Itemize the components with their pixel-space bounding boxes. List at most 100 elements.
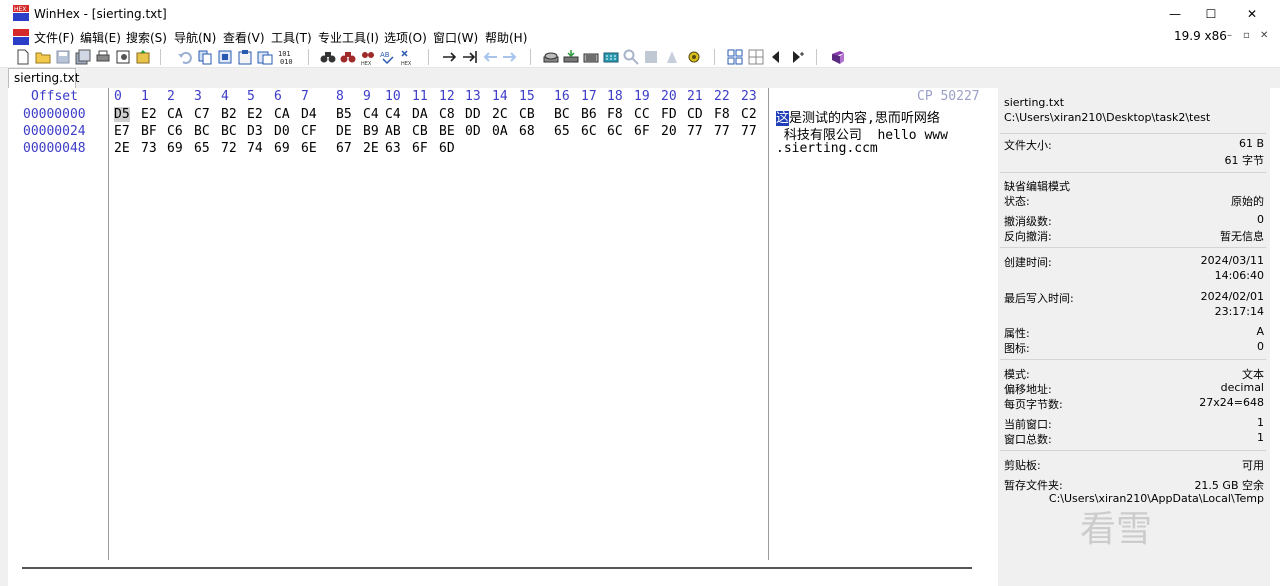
hex-byte[interactable]: B5 [336, 107, 352, 122]
hex-byte[interactable]: 69 [167, 141, 183, 156]
menu-edit[interactable]: 编辑(E) [80, 29, 121, 46]
close-button[interactable]: ✕ [1229, 0, 1275, 28]
move-block-icon[interactable] [462, 49, 478, 65]
export-icon[interactable] [135, 49, 151, 65]
hex-byte[interactable]: F8 [607, 107, 623, 122]
maximize-button[interactable]: ☐ [1188, 0, 1234, 28]
menu-navigate[interactable]: 导航(N) [174, 29, 216, 46]
hex-byte[interactable]: 6C [581, 124, 597, 139]
hex-byte[interactable]: 68 [519, 124, 535, 139]
paste-clipboard-icon[interactable] [257, 49, 273, 65]
hex-byte[interactable]: B9 [363, 124, 379, 139]
hex-byte[interactable]: 6F [634, 124, 650, 139]
hex-byte[interactable]: 77 [687, 124, 703, 139]
hex-byte[interactable]: F8 [714, 107, 730, 122]
horizontal-scrollbar[interactable] [8, 560, 998, 586]
hex-byte[interactable]: BF [141, 124, 157, 139]
hex-byte[interactable]: C4 [385, 107, 401, 122]
view-grid-icon[interactable] [727, 49, 743, 65]
hex-byte[interactable]: E2 [247, 107, 263, 122]
find-text-icon[interactable] [320, 49, 336, 65]
menu-search[interactable]: 搜索(S) [126, 29, 167, 46]
binary-data-icon[interactable]: 101010 [278, 49, 294, 65]
hex-byte[interactable]: 6C [607, 124, 623, 139]
hex-byte[interactable]: CD [687, 107, 703, 122]
hex-byte[interactable]: B2 [221, 107, 237, 122]
settings-gear-icon[interactable] [686, 49, 702, 65]
hex-byte[interactable]: 63 [385, 141, 401, 156]
hex-byte[interactable]: E2 [141, 107, 157, 122]
hex-byte[interactable]: C7 [194, 107, 210, 122]
hex-byte[interactable]: D0 [274, 124, 290, 139]
hex-byte[interactable]: CA [167, 107, 183, 122]
hex-byte[interactable]: 67 [336, 141, 352, 156]
replace-hex-icon[interactable]: AB [380, 49, 396, 65]
menu-help[interactable]: 帮助(H) [485, 29, 527, 46]
hex-byte[interactable]: BC [221, 124, 237, 139]
hex-byte[interactable]: 65 [194, 141, 210, 156]
scrollbar-thumb[interactable] [22, 567, 972, 569]
hash-icon[interactable] [664, 49, 680, 65]
save-all-icon[interactable] [75, 49, 91, 65]
hex-byte[interactable]: C4 [363, 107, 379, 122]
hex-byte[interactable]: 74 [247, 141, 263, 156]
hex-byte[interactable]: CB [519, 107, 535, 122]
find-hex-icon[interactable] [340, 49, 356, 65]
save-icon[interactable] [55, 49, 71, 65]
cut-icon[interactable] [197, 49, 213, 65]
tab-sierting-txt[interactable]: sierting.txt [8, 68, 80, 88]
hex-byte[interactable]: C6 [167, 124, 183, 139]
hex-byte[interactable]: DA [412, 107, 428, 122]
disk-tools-icon[interactable] [583, 49, 599, 65]
hex-byte[interactable]: BC [194, 124, 210, 139]
hex-byte[interactable]: DE [336, 124, 352, 139]
open-folder-icon[interactable] [35, 49, 51, 65]
hex-byte[interactable]: 0D [465, 124, 481, 139]
calculator-icon[interactable] [603, 49, 619, 65]
hex-byte[interactable]: DD [465, 107, 481, 122]
hex-byte[interactable]: E7 [114, 124, 130, 139]
hex-byte[interactable]: CB [412, 124, 428, 139]
menu-file[interactable]: 文件(F) [34, 29, 74, 46]
copy-block-icon[interactable] [217, 49, 233, 65]
undo-icon[interactable] [177, 49, 193, 65]
hex-byte[interactable]: D3 [247, 124, 263, 139]
hex-byte[interactable]: C8 [439, 107, 455, 122]
help-book-icon[interactable] [830, 49, 846, 65]
title-bar[interactable]: HEX WinHex - [sierting.txt] — ☐ ✕ [0, 0, 1280, 28]
menu-pro-tools[interactable]: 专业工具(I) [318, 29, 379, 46]
hex-byte[interactable]: 2E [363, 141, 379, 156]
tile-windows-icon[interactable] [748, 49, 764, 65]
hex-byte[interactable]: 2C [492, 107, 508, 122]
hex-editor[interactable]: Offset 0 1 2 3 4 5 6 7 8 9 10 11 12 13 14 15 16 17 18 19 20 2… [8, 88, 998, 560]
menu-tools[interactable]: 工具(T) [271, 29, 312, 46]
search-hex-values-icon[interactable]: HEX [400, 49, 416, 65]
hex-byte[interactable]: BC [554, 107, 570, 122]
menu-window[interactable]: 窗口(W) [433, 29, 478, 46]
hex-byte[interactable]: D4 [301, 107, 317, 122]
hex-byte[interactable]: 6E [301, 141, 317, 156]
menu-options[interactable]: 选项(O) [384, 29, 427, 46]
open-disk-icon[interactable] [543, 49, 559, 65]
properties-icon[interactable] [115, 49, 131, 65]
document-system-icon[interactable] [13, 29, 29, 45]
replace-text-icon[interactable]: HEX [360, 49, 376, 65]
mdi-close-button[interactable]: ✕ [1260, 30, 1268, 41]
hex-byte[interactable]: B6 [581, 107, 597, 122]
open-ram-icon[interactable] [563, 49, 579, 65]
hex-byte[interactable]: 0A [492, 124, 508, 139]
print-icon[interactable] [95, 49, 111, 65]
mdi-restore-button[interactable]: ▫ [1243, 30, 1250, 41]
next-window-icon[interactable] [789, 49, 805, 65]
mdi-minimize-button[interactable]: – [1227, 30, 1232, 41]
new-file-icon[interactable] [15, 49, 31, 65]
analyze-icon[interactable] [643, 49, 659, 65]
magnifier-icon[interactable] [623, 49, 639, 65]
hex-byte[interactable]: AB [385, 124, 401, 139]
hex-byte[interactable]: BE [439, 124, 455, 139]
forward-arrow-icon[interactable] [502, 49, 518, 65]
hex-byte[interactable]: 72 [221, 141, 237, 156]
hex-byte[interactable]: 77 [714, 124, 730, 139]
hex-byte[interactable]: FD [661, 107, 677, 122]
hex-byte[interactable]: CA [274, 107, 290, 122]
